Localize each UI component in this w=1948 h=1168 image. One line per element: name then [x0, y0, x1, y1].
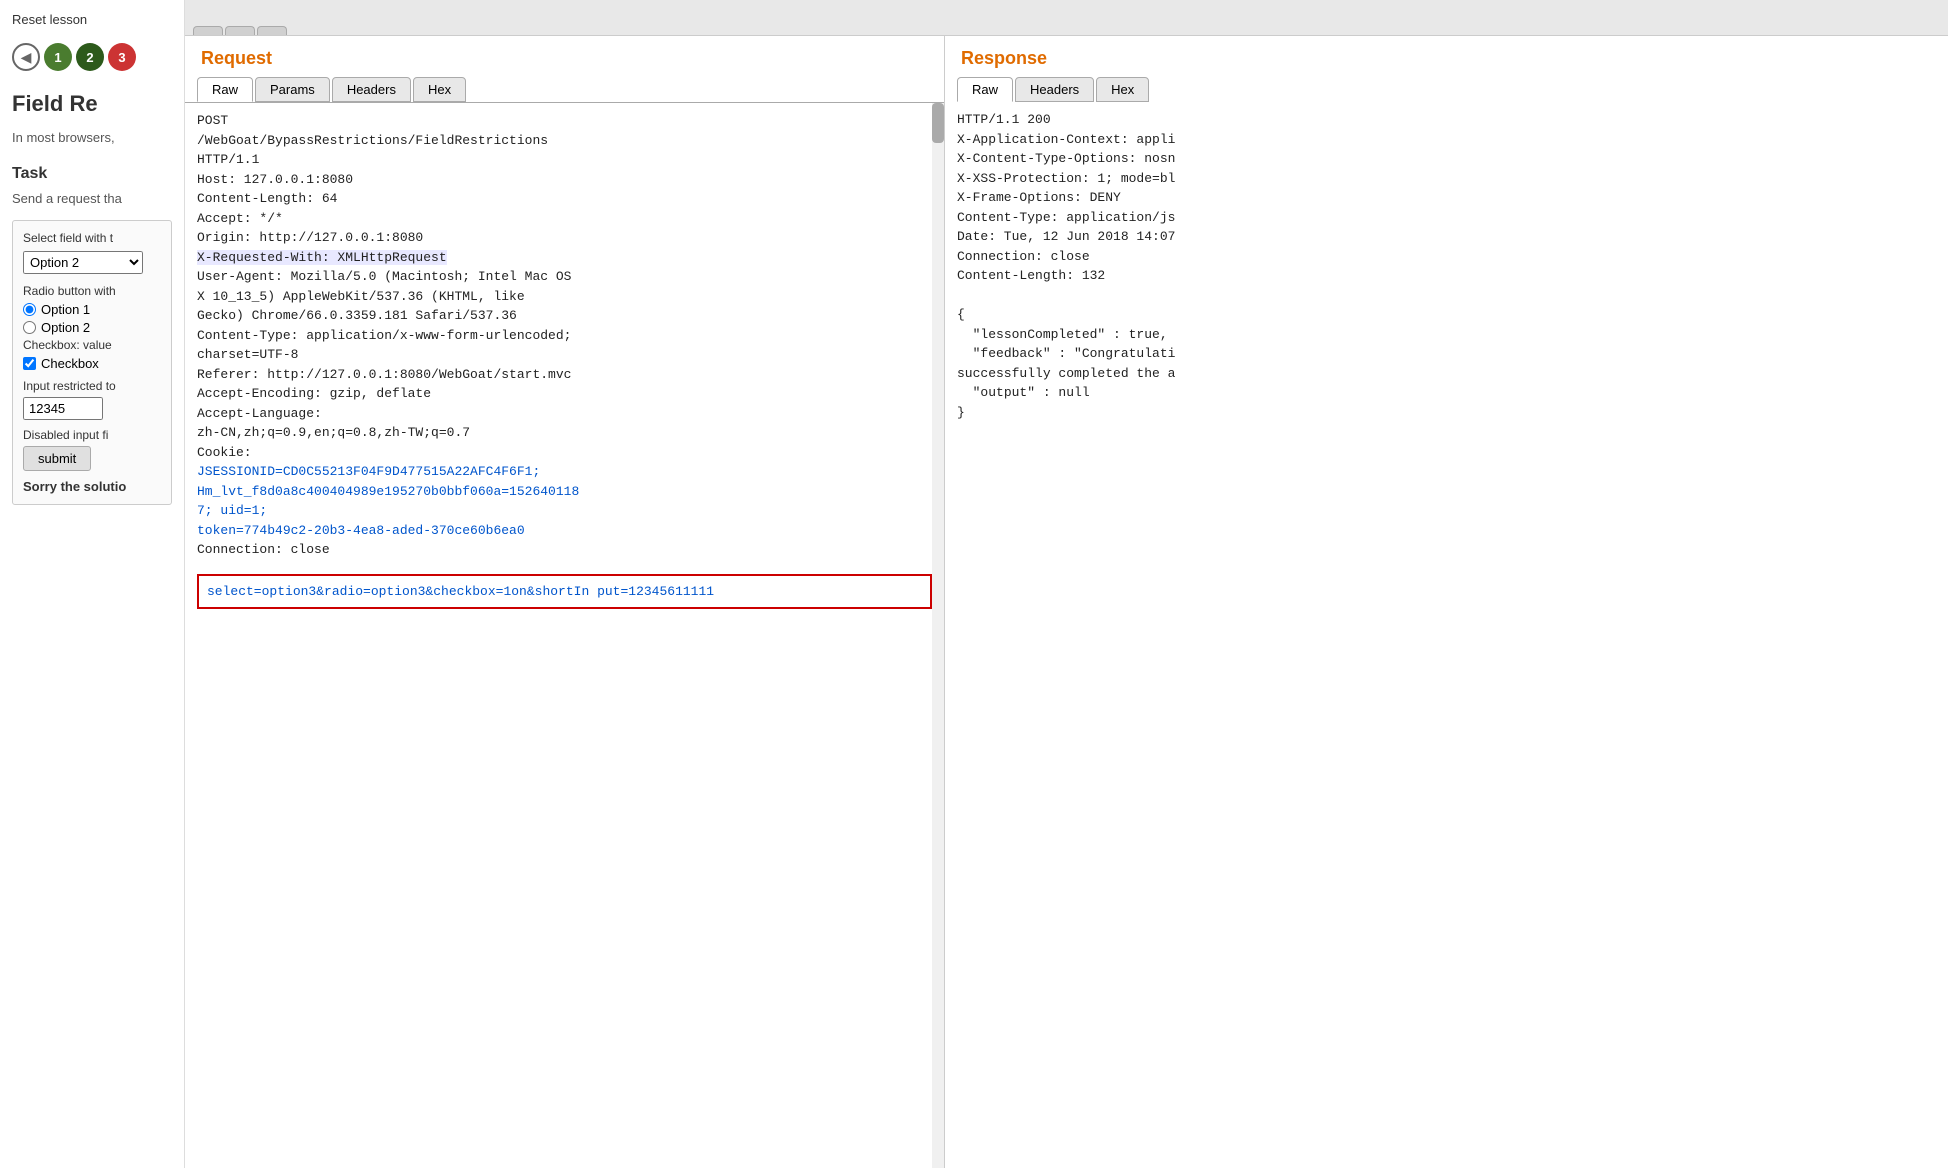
checkbox-text: Checkbox — [41, 356, 99, 371]
reset-lesson-link[interactable]: Reset lesson — [12, 12, 172, 27]
checkbox-input[interactable] — [23, 357, 36, 370]
top-tab-2[interactable] — [225, 26, 255, 35]
sorry-text: Sorry the solutio — [23, 479, 161, 494]
request-tab-hex[interactable]: Hex — [413, 77, 466, 102]
sidebar: Reset lesson ◀ 1 2 3 Field Re In most br… — [0, 0, 185, 1168]
request-text: POST /WebGoat/BypassRestrictions/FieldRe… — [185, 103, 944, 568]
checkbox-item[interactable]: Checkbox — [23, 356, 161, 371]
nav-arrows: ◀ 1 2 3 — [12, 43, 172, 71]
select-field[interactable]: Option 2 Option 1 Option 3 — [23, 251, 143, 274]
request-line-xrw: X-Requested-With: XMLHttpRequest — [197, 250, 447, 265]
step-3-circle[interactable]: 3 — [108, 43, 136, 71]
request-title: Request — [185, 36, 944, 77]
request-highlighted-payload: select=option3&radio=option3&checkbox=1o… — [197, 574, 932, 610]
checkbox-label: Checkbox: value — [23, 338, 161, 352]
top-tab-3[interactable] — [257, 26, 287, 35]
page-title: Field Re — [12, 91, 172, 117]
request-body[interactable]: POST /WebGoat/BypassRestrictions/FieldRe… — [185, 102, 944, 1168]
request-tabs: Raw Params Headers Hex — [185, 77, 944, 102]
response-header-lines: HTTP/1.1 200 X-Application-Context: appl… — [957, 112, 1175, 283]
radio-option-1-label: Option 1 — [41, 302, 90, 317]
main-content: Request Raw Params Headers Hex POST /Web… — [185, 0, 1948, 1168]
page-description: In most browsers, — [12, 129, 172, 147]
disabled-label: Disabled input fi — [23, 428, 161, 442]
response-panel: Response Raw Headers Hex HTTP/1.1 200 X-… — [945, 36, 1948, 1168]
response-tabs: Raw Headers Hex — [945, 77, 1948, 102]
response-title: Response — [945, 36, 1948, 77]
step-2-circle[interactable]: 2 — [76, 43, 104, 71]
request-tab-params[interactable]: Params — [255, 77, 330, 102]
radio-option-2[interactable]: Option 2 — [23, 320, 161, 335]
input-label: Input restricted to — [23, 379, 161, 393]
response-json: { "lessonCompleted" : true, "feedback" :… — [957, 307, 1175, 420]
response-body[interactable]: HTTP/1.1 200 X-Application-Context: appl… — [945, 102, 1948, 1168]
request-panel: Request Raw Params Headers Hex POST /Web… — [185, 36, 945, 1168]
scrollbar-thumb[interactable] — [932, 103, 944, 143]
scrollbar-track[interactable] — [932, 103, 944, 1168]
request-line-cookie: JSESSIONID=CD0C55213F04F9D477515A22AFC4F… — [197, 464, 579, 538]
response-tab-hex[interactable]: Hex — [1096, 77, 1149, 102]
top-tab-bar — [185, 0, 1948, 36]
radio-label: Radio button with — [23, 284, 161, 298]
top-tab-1[interactable] — [193, 26, 223, 35]
radio-option-1[interactable]: Option 1 — [23, 302, 161, 317]
submit-button[interactable]: submit — [23, 446, 91, 471]
form-section: Select field with t Option 2 Option 1 Op… — [12, 220, 172, 505]
select-label: Select field with t — [23, 231, 161, 245]
request-line-ua: User-Agent: Mozilla/5.0 (Macintosh; Inte… — [197, 269, 571, 460]
back-arrow-btn[interactable]: ◀ — [12, 43, 40, 71]
response-tab-raw[interactable]: Raw — [957, 77, 1013, 102]
request-tab-raw[interactable]: Raw — [197, 77, 253, 102]
step-1-circle[interactable]: 1 — [44, 43, 72, 71]
request-line-post: POST /WebGoat/BypassRestrictions/FieldRe… — [197, 113, 548, 245]
short-input[interactable] — [23, 397, 103, 420]
task-description: Send a request tha — [12, 191, 172, 206]
radio-input-1[interactable] — [23, 303, 36, 316]
request-line-connection: Connection: close — [197, 542, 330, 557]
request-tab-headers[interactable]: Headers — [332, 77, 411, 102]
panels: Request Raw Params Headers Hex POST /Web… — [185, 36, 1948, 1168]
radio-option-2-label: Option 2 — [41, 320, 90, 335]
response-tab-headers[interactable]: Headers — [1015, 77, 1094, 102]
task-heading: Task — [12, 165, 172, 183]
radio-input-2[interactable] — [23, 321, 36, 334]
